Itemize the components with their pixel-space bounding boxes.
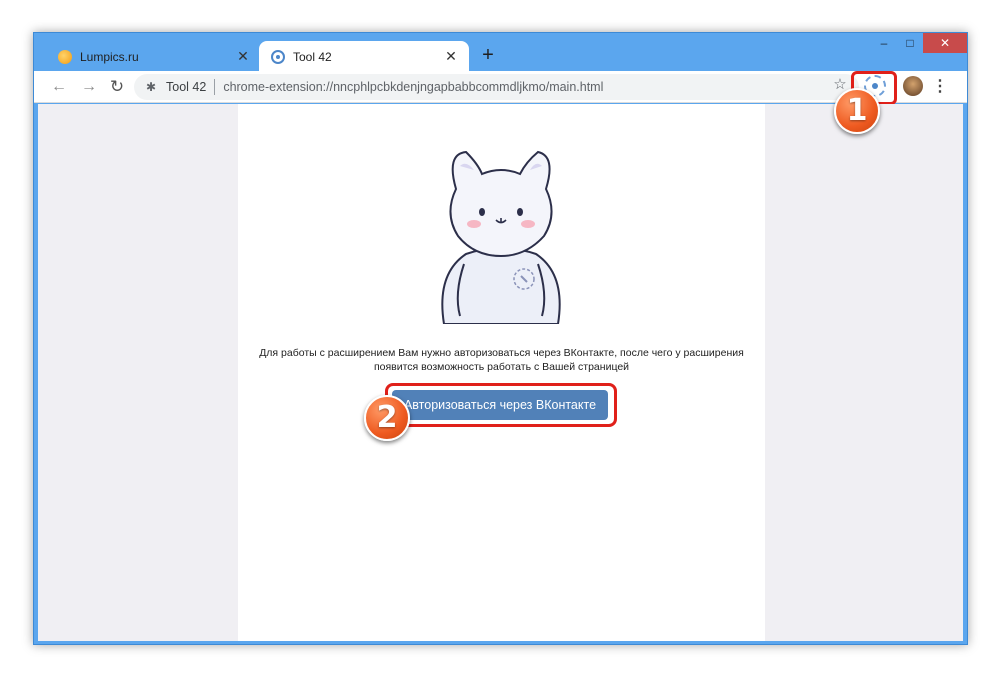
tab-close-icon[interactable]: ✕ — [441, 48, 461, 65]
browser-window: – □ ✕ Lumpics.ru ✕ Tool 42 ✕ + ← → ↻ ✱ T… — [33, 32, 968, 645]
tab-title: Tool 42 — [293, 49, 332, 64]
cat-mascot-illustration — [441, 150, 561, 324]
step-badge-1: 1 — [834, 88, 880, 134]
puzzle-icon: ✱ — [145, 80, 157, 94]
tab-title: Lumpics.ru — [80, 49, 139, 64]
extension-panel: Для работы с расширением Вам нужно автор… — [238, 104, 765, 641]
tab-lumpics[interactable]: Lumpics.ru ✕ — [46, 41, 261, 72]
tool42-favicon-icon — [271, 49, 285, 64]
forward-button[interactable]: → — [78, 76, 100, 98]
maximize-button[interactable]: □ — [897, 33, 923, 53]
reload-button[interactable]: ↻ — [106, 76, 128, 98]
minimize-button[interactable]: – — [871, 33, 897, 53]
browser-menu-icon[interactable]: ⋮ — [932, 76, 948, 98]
tab-close-icon[interactable]: ✕ — [233, 48, 253, 65]
button-highlight-frame — [385, 383, 617, 427]
window-close-button[interactable]: ✕ — [923, 33, 967, 53]
address-origin: Tool 42 — [166, 80, 207, 94]
back-button[interactable]: ← — [48, 76, 70, 98]
profile-avatar[interactable] — [903, 76, 923, 96]
step-badge-2: 2 — [364, 395, 410, 441]
address-bar[interactable]: ✱ Tool 42 chrome-extension://nncphlpcbkd… — [134, 74, 859, 100]
address-separator — [214, 79, 216, 95]
address-url: chrome-extension://nncphlpcbkdenjngapbab… — [223, 80, 604, 94]
new-tab-button[interactable]: + — [477, 45, 499, 67]
page-viewport: Для работы с расширением Вам нужно автор… — [38, 104, 963, 641]
tab-tool42[interactable]: Tool 42 ✕ — [259, 41, 469, 72]
browser-toolbar: ← → ↻ ✱ Tool 42 chrome-extension://nncph… — [34, 71, 967, 105]
lumpics-favicon-icon — [58, 49, 72, 64]
auth-description: Для работы с расширением Вам нужно автор… — [259, 347, 744, 373]
